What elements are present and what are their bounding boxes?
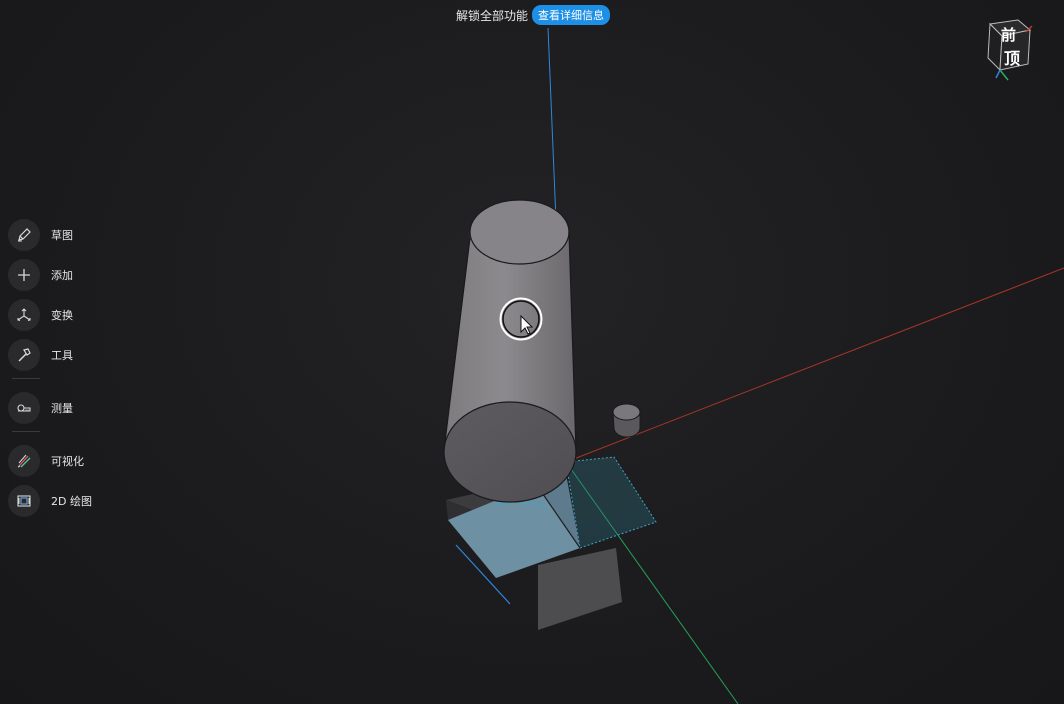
cylinder-top-cap[interactable]	[469, 199, 570, 265]
hammer-icon	[8, 339, 40, 371]
tool-tools[interactable]: 工具	[8, 338, 128, 372]
transform-icon	[8, 299, 40, 331]
plus-icon	[8, 259, 40, 291]
drawing-2d-icon	[8, 485, 40, 517]
cyan-plane[interactable]	[565, 456, 657, 549]
gray-plane[interactable]	[538, 548, 622, 630]
axis-x-line	[565, 267, 1064, 463]
tool-add-label: 添加	[51, 269, 73, 282]
toolbar-divider-2	[12, 431, 40, 432]
tool-transform-label: 变换	[51, 309, 73, 322]
tool-visualize-label: 可视化	[51, 455, 84, 468]
tool-measure[interactable]: 测量	[8, 391, 128, 425]
view-details-button[interactable]: 查看详细信息	[532, 5, 611, 25]
visualize-icon	[8, 445, 40, 477]
unlock-banner: 解锁全部功能 查看详细信息	[456, 5, 611, 25]
ruler-tape-icon	[8, 392, 40, 424]
tool-2d-drawing-label: 2D 绘图	[51, 495, 92, 508]
tool-2d-drawing[interactable]: 2D 绘图	[8, 484, 128, 518]
tool-measure-label: 测量	[51, 402, 73, 415]
small-cylinder-top[interactable]	[612, 403, 641, 421]
tool-sketch-label: 草图	[51, 229, 73, 242]
tool-add[interactable]: 添加	[8, 258, 128, 292]
view-cube-top-label: 顶	[1004, 49, 1020, 68]
3d-scene[interactable]	[0, 0, 1064, 704]
tool-visualize[interactable]: 可视化	[8, 444, 128, 478]
view-cube-front-label: 前	[1001, 26, 1016, 44]
sketch-pen-icon	[8, 219, 40, 251]
toolbar-divider	[12, 378, 40, 379]
unlock-label: 解锁全部功能	[456, 8, 529, 23]
tool-tools-label: 工具	[51, 349, 73, 362]
cylinder-bottom-cap[interactable]	[443, 401, 577, 503]
tool-transform[interactable]: 变换	[8, 298, 128, 332]
view-cube-axis-z	[995, 69, 1001, 79]
view-cube-axis-y	[999, 69, 1009, 81]
left-toolbar: 草图 添加 变换 工具 测量 可视化 2D 绘图	[8, 218, 128, 524]
3d-viewport[interactable]: 解锁全部功能 查看详细信息 草图 添加 变换 工具 测量 可视化 2D 绘图 前…	[0, 0, 1064, 704]
tool-sketch[interactable]: 草图	[8, 218, 128, 252]
view-cube[interactable]: 前 顶	[978, 18, 1038, 88]
